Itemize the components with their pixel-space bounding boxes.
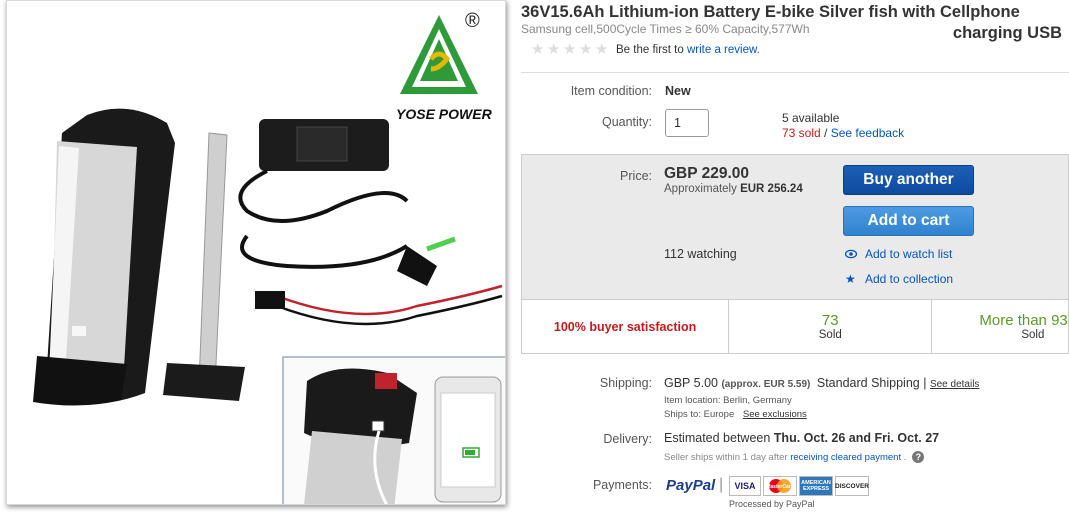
collection-link[interactable]: Add to collection [865,272,953,286]
star-icon: ★ [595,41,609,58]
charger-icon [238,119,503,326]
sold-stat: 73 Sold [729,300,933,353]
see-details-link[interactable]: See details [930,379,979,390]
payments-divider: | [719,476,724,493]
delivery-note: Seller ships within 1 day after receivin… [664,451,925,463]
discover-logo: DISCOVER [835,476,869,496]
sold-count: 73 sold [782,126,821,140]
write-review-link[interactable]: write a review. [687,44,760,56]
star-collection-icon: ★ [845,272,856,286]
buy-another-button[interactable]: Buy another [843,165,974,195]
shipping-cost-row: GBP 5.00 (approx. EUR 5.59) Standard Shi… [664,376,980,390]
add-to-collection[interactable]: ★ Add to collection [845,272,953,286]
condition-value: New [665,84,691,98]
price-value: GBP 229.00 [664,165,750,182]
svg-text:MasterCard: MasterCard [766,484,794,490]
add-to-watch-list[interactable]: Add to watch list [845,247,952,261]
star-icon: ★ [579,41,593,58]
more-sold-stat: More than 93 Sold [979,312,1068,341]
see-feedback-link[interactable]: See feedback [831,126,904,140]
available-count: 5 available [782,111,840,125]
star-icon: ★ [547,41,561,58]
title-line-1: 36V15.6Ah Lithium-ion Battery E-bike Sil… [521,3,1020,21]
star-icon: ★ [563,41,577,58]
usb-inset-photo [282,356,505,504]
star-icon: ★ [531,41,545,58]
price-label: Price: [620,169,652,183]
delivery-estimate: Estimated between Thu. Oct. 26 and Fri. … [664,431,940,445]
item-location: Item location: Berlin, Germany [664,395,792,406]
amex-logo: AMERICAN EXPRESS [799,476,833,496]
help-icon[interactable]: ? [912,451,925,463]
shipping-label: Shipping: [599,376,652,390]
visa-logo: VISA [729,476,761,496]
see-exclusions-link[interactable]: See exclusions [743,409,807,420]
paypal-logo: PayPal [666,477,716,494]
eye-icon [845,249,857,259]
ships-to: Ships to: Europe See exclusions [664,409,807,420]
svg-text:®: ® [465,10,480,32]
processed-by-paypal: Processed by PayPal [729,499,815,509]
buyer-satisfaction: 100% buyer satisfaction [522,300,730,353]
add-to-cart-button[interactable]: Add to cart [843,206,974,236]
listing-subtitle: Samsung cell,500Cycle Times ≥ 60% Capaci… [521,22,810,36]
watching-count: 112 watching [664,247,737,261]
mounting-rail [163,132,245,401]
yose-power-logo: YOSE POWER ® [396,10,493,122]
cleared-payment-link[interactable]: receiving cleared payment [790,452,901,463]
price-approx: Approximately EUR 256.24 [664,183,803,195]
condition-label: Item condition: [570,84,652,98]
mastercard-logo: MasterCard [763,476,797,496]
quantity-label: Quantity: [601,115,652,129]
divider [521,72,1069,73]
sold-feedback: 73 sold / See feedback [782,126,905,140]
satisfaction-row: 100% buyer satisfaction 73 Sold More tha… [521,300,1069,354]
review-prompt: Be the first to write a review. [616,44,760,56]
watch-list-link[interactable]: Add to watch list [865,247,952,261]
payments-label: Payments: [592,478,652,492]
svg-text:YOSE POWER: YOSE POWER [396,106,493,122]
delivery-label: Delivery: [603,432,652,446]
rating-row: ★ ★ ★ ★ ★ Be the first to write a review… [531,41,760,58]
battery-icon [33,108,175,406]
product-image[interactable]: YOSE POWER ® [6,0,506,505]
quantity-input[interactable] [665,109,709,137]
